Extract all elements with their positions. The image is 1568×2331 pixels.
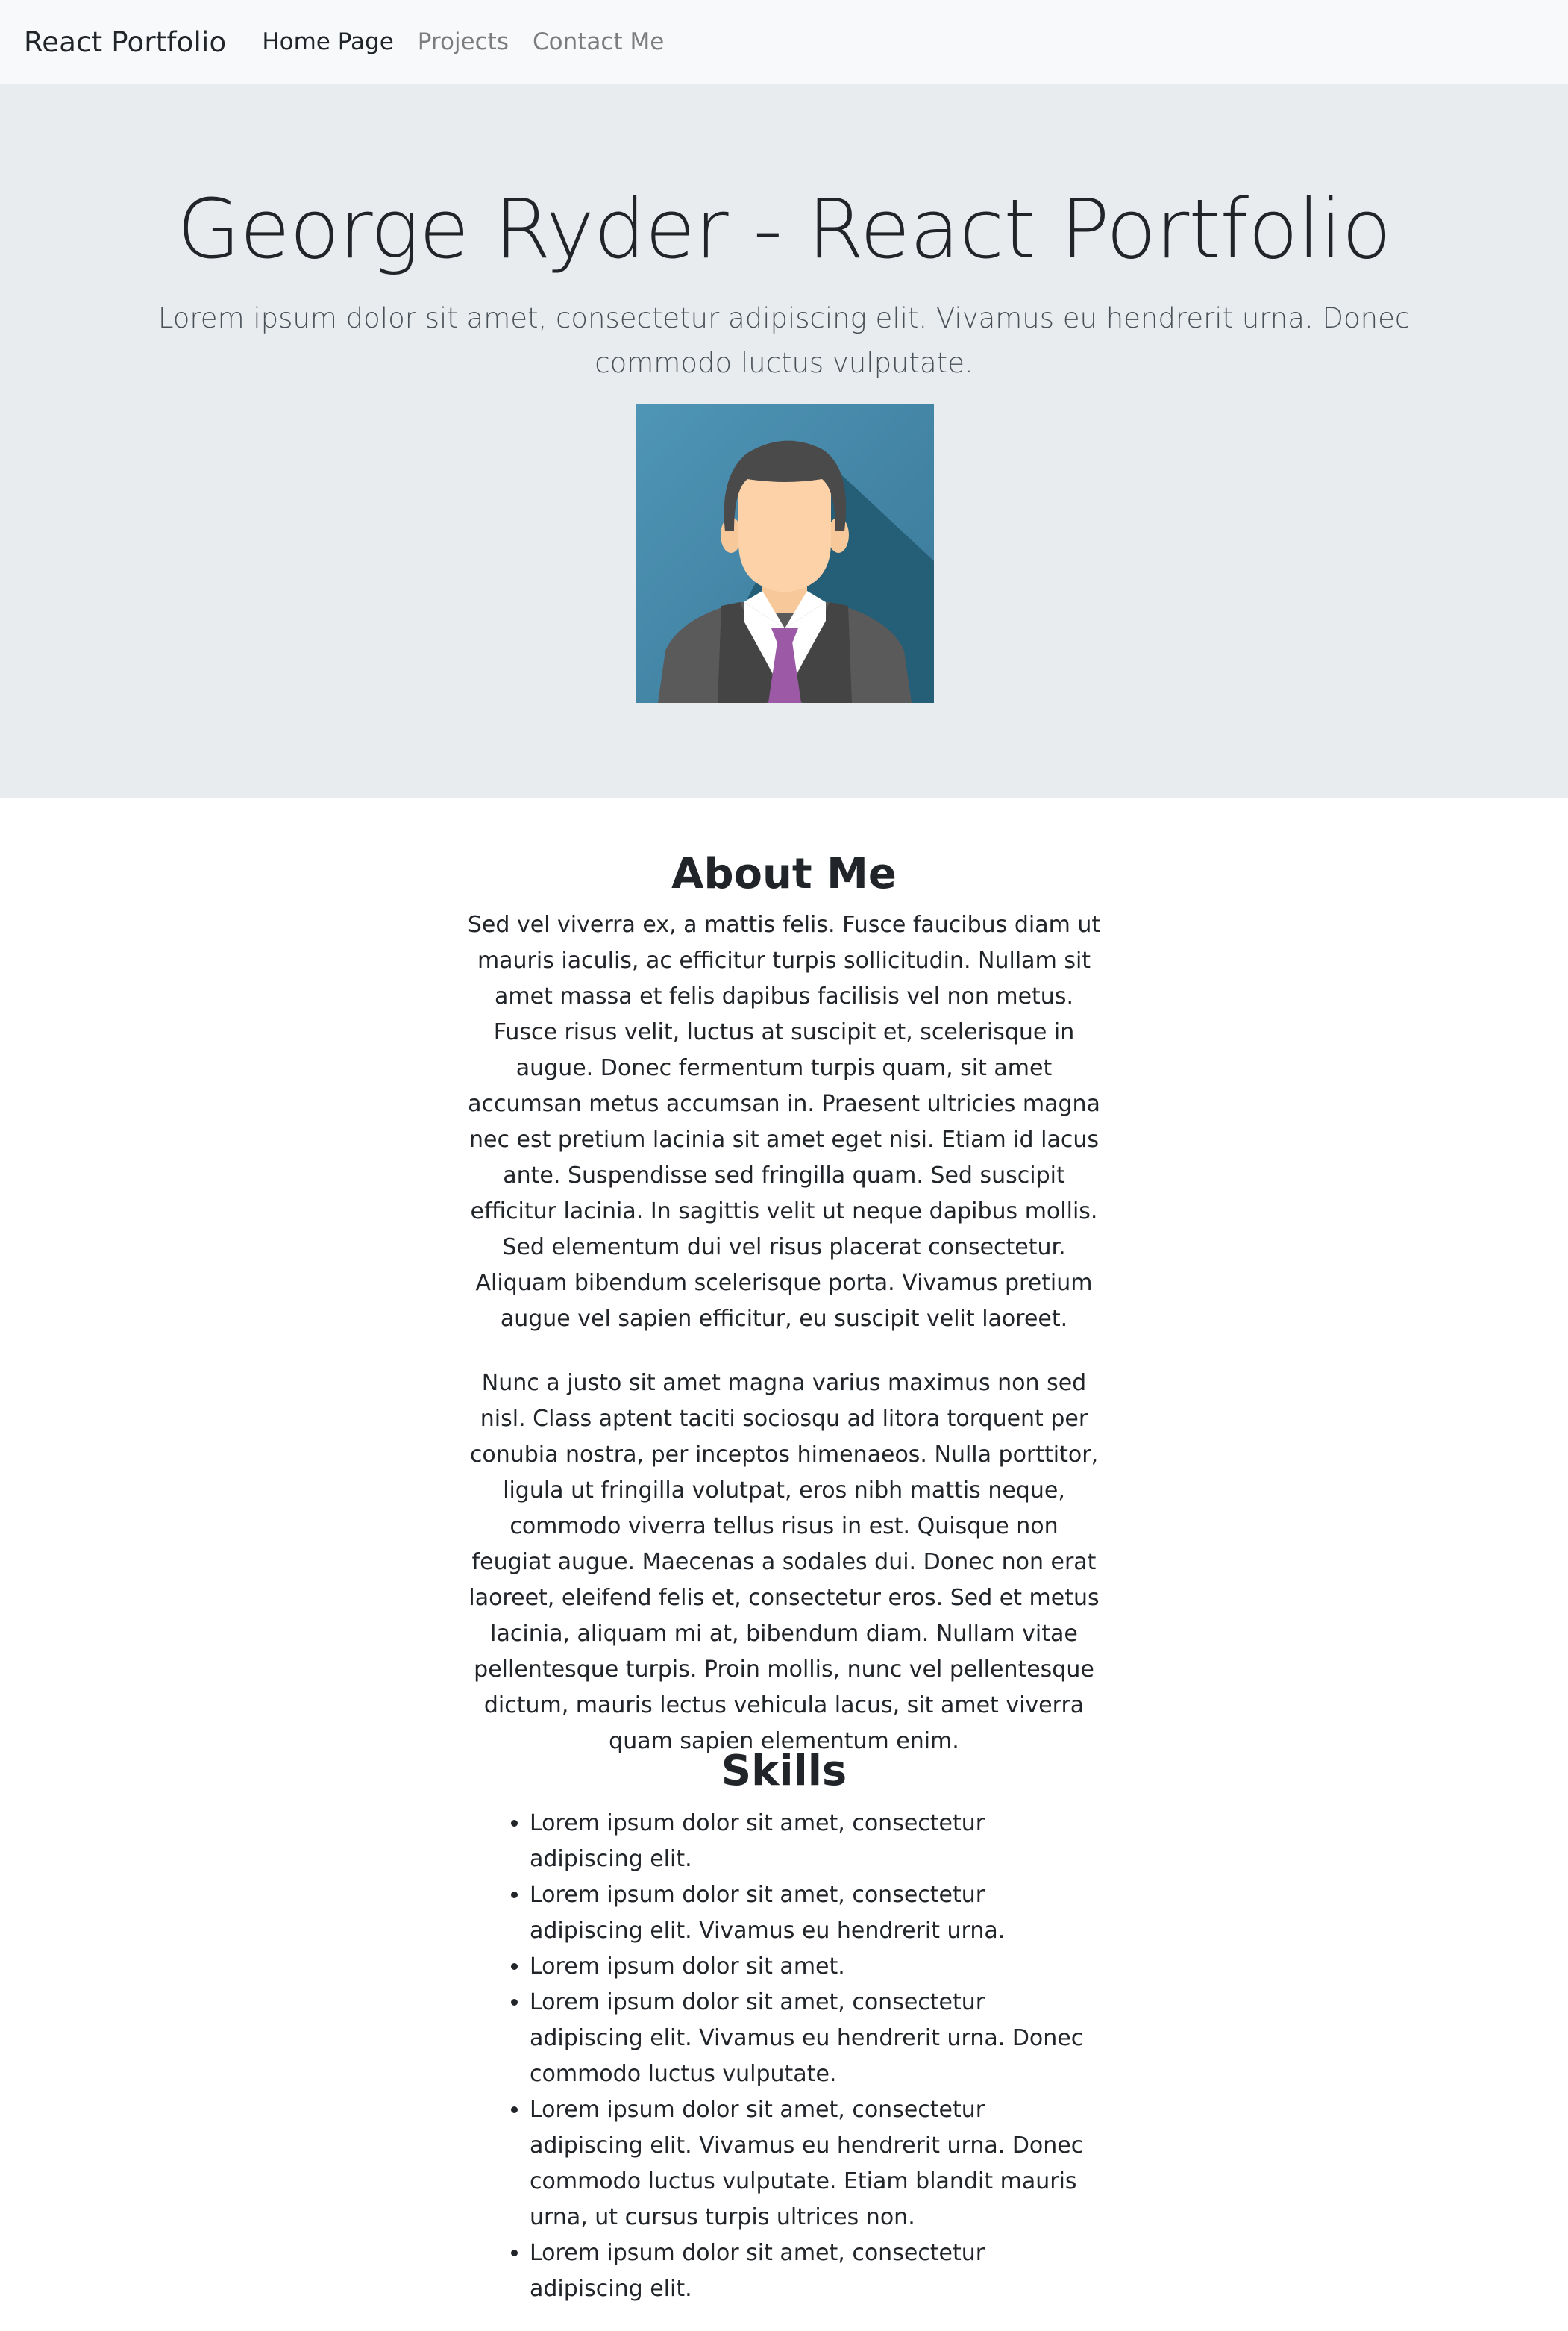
skills-list-item: Lorem ipsum dolor sit amet, consectetur …: [530, 1877, 1092, 1949]
about-paragraph: Nunc a justo sit amet magna varius maxim…: [468, 1370, 1100, 1754]
skills-list-item: Lorem ipsum dolor sit amet, consectetur …: [530, 1806, 1092, 1877]
navbar-brand[interactable]: React Portfolio: [24, 26, 226, 58]
hero-lead: Lorem ipsum dolor sit amet, consectetur …: [157, 302, 1411, 379]
skills-list-item: Lorem ipsum dolor sit amet, consectetur …: [530, 1985, 1092, 2092]
about-paragraph: Sed vel viverra ex, a mattis felis. Fusc…: [467, 912, 1101, 1332]
nav-link-contact[interactable]: Contact Me: [533, 28, 664, 55]
skills-list-item: Lorem ipsum dolor sit amet, consectetur …: [530, 2092, 1092, 2235]
hero-jumbotron: George Ryder - React Portfolio Lorem ips…: [0, 84, 1568, 798]
about-heading: About Me: [671, 850, 897, 898]
skills-list: Lorem ipsum dolor sit amet, consectetur …: [495, 1806, 1092, 2307]
nav-link-home[interactable]: Home Page: [262, 28, 393, 55]
skills-list-item: Lorem ipsum dolor sit amet.: [530, 1949, 1092, 1985]
navbar: React Portfolio Home Page Projects Conta…: [0, 0, 1568, 84]
businessman-avatar-icon: [636, 404, 934, 703]
skills-list-item: Lorem ipsum dolor sit amet, consectetur …: [530, 2235, 1092, 2307]
nav-link-projects[interactable]: Projects: [418, 28, 509, 55]
skills-heading: Skills: [721, 1747, 847, 1795]
hero-title: George Ryder - React Portfolio: [177, 181, 1392, 277]
